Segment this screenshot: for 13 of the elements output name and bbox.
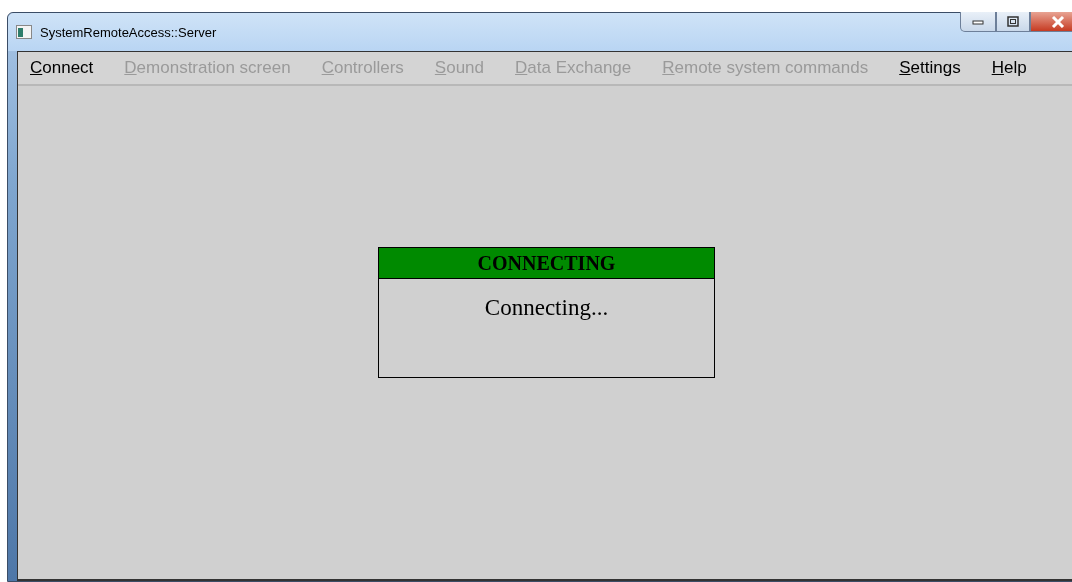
menu-item[interactable]: Settings [893,58,967,78]
menu-item[interactable]: Help [985,58,1033,78]
dialog-message: Connecting... [483,295,610,321]
app-icon [16,25,32,39]
minimize-icon [972,18,984,25]
close-button[interactable] [1030,12,1072,32]
menu-item[interactable]: Connect [24,58,100,78]
close-icon [1051,15,1065,28]
minimize-button[interactable] [960,12,996,32]
window-title: SystemRemoteAccess::Server [40,24,217,40]
dialog-title: CONNECTING [379,248,714,279]
maximize-button[interactable] [996,12,1030,32]
maximize-icon [1007,16,1019,27]
